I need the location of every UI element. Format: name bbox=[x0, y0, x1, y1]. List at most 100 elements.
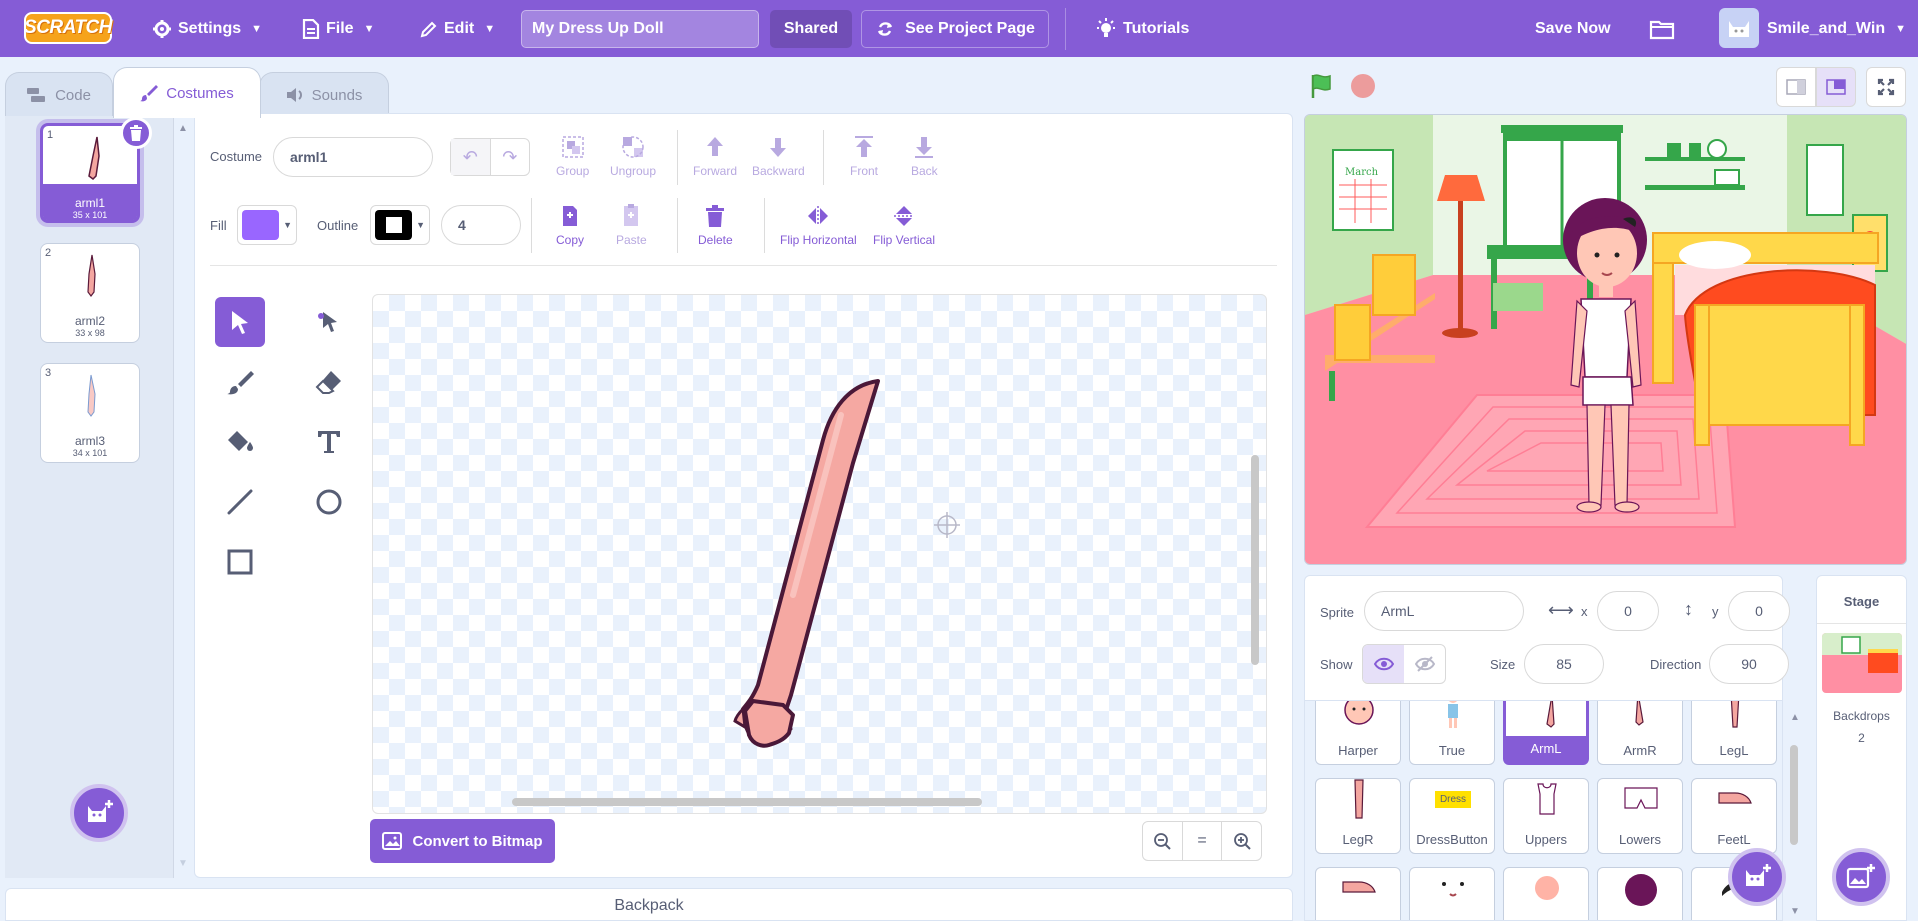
reshape-tool[interactable] bbox=[304, 297, 354, 347]
arrow-cursor-icon bbox=[232, 311, 248, 334]
circle-icon bbox=[316, 489, 342, 515]
edit-label: Edit bbox=[444, 19, 475, 37]
forward-button[interactable]: Forward bbox=[693, 134, 737, 178]
choose-sprite-button[interactable] bbox=[1728, 848, 1786, 906]
sprite-tile-dressbutton[interactable]: Dress DressButton bbox=[1409, 778, 1495, 854]
sprite-tile-face[interactable] bbox=[1409, 867, 1495, 920]
sprite-tile-feetl[interactable]: FeetL bbox=[1691, 778, 1777, 854]
tab-sounds[interactable]: Sounds bbox=[259, 72, 389, 117]
rectangle-tool[interactable] bbox=[215, 537, 265, 587]
select-tool[interactable] bbox=[215, 297, 265, 347]
circle-tool[interactable] bbox=[304, 477, 354, 527]
fill-color-picker[interactable]: ▼ bbox=[237, 205, 297, 245]
account-menu[interactable]: Smile_and_Win ▼ bbox=[1767, 0, 1906, 57]
list-scroll-up-icon[interactable]: ▲ bbox=[178, 123, 188, 134]
text-tool[interactable] bbox=[304, 417, 354, 467]
outline-width-input[interactable]: 4 bbox=[441, 205, 521, 245]
sprite-tile-legl[interactable]: LegL bbox=[1691, 701, 1777, 765]
normal-stage-button[interactable] bbox=[1816, 67, 1856, 107]
choose-backdrop-button[interactable] bbox=[1832, 848, 1890, 906]
sprite-list-scrollbar[interactable] bbox=[1790, 745, 1798, 845]
cat-avatar-icon bbox=[1729, 21, 1749, 37]
paint-canvas[interactable] bbox=[372, 294, 1267, 814]
eraser-tool[interactable] bbox=[304, 357, 354, 407]
sprite-tile-legr[interactable]: LegR bbox=[1315, 778, 1401, 854]
front-button[interactable]: Front bbox=[850, 134, 878, 178]
tab-code[interactable]: Code bbox=[5, 72, 113, 117]
brush-tool[interactable] bbox=[215, 357, 265, 407]
zoom-out-button[interactable] bbox=[1143, 822, 1183, 860]
fill-tool[interactable] bbox=[215, 417, 265, 467]
scratch-logo[interactable]: SCRATCH bbox=[24, 12, 113, 44]
stage-canvas[interactable]: March bbox=[1304, 114, 1907, 565]
my-stuff-button[interactable] bbox=[1649, 0, 1675, 57]
forward-label: Forward bbox=[693, 164, 738, 178]
sprite-tile-hair[interactable] bbox=[1597, 867, 1683, 920]
sprite-tile-arml[interactable]: ArmL bbox=[1503, 701, 1589, 765]
sprite-tile-lowers[interactable]: Lowers bbox=[1597, 778, 1683, 854]
costume-item-1[interactable]: 1 arml1 35 x 101 bbox=[40, 117, 152, 223]
save-now-button[interactable]: Save Now bbox=[1535, 0, 1611, 57]
ungroup-button[interactable]: Ungroup bbox=[610, 134, 656, 178]
sprite-tile-uppers[interactable]: Uppers bbox=[1503, 778, 1589, 854]
show-visible-button[interactable] bbox=[1363, 645, 1404, 683]
show-hidden-button[interactable] bbox=[1404, 645, 1445, 683]
avatar[interactable] bbox=[1719, 8, 1759, 48]
shared-button[interactable]: Shared bbox=[770, 10, 852, 48]
paste-button[interactable]: Paste bbox=[616, 203, 647, 247]
delete-costume-button[interactable] bbox=[120, 117, 152, 149]
zoom-reset-button[interactable]: = bbox=[1183, 822, 1223, 860]
sprite-tile-feetr[interactable] bbox=[1315, 867, 1401, 920]
small-stage-button[interactable] bbox=[1776, 67, 1816, 107]
chevron-down-icon: ▼ bbox=[484, 22, 496, 35]
toolbar-divider bbox=[677, 198, 678, 253]
tab-costumes[interactable]: Costumes bbox=[113, 67, 261, 118]
sprite-list-scroll-up-icon[interactable]: ▲ bbox=[1790, 712, 1800, 723]
see-project-page-button[interactable]: See Project Page bbox=[861, 10, 1049, 48]
list-scroll-down-icon[interactable]: ▼ bbox=[178, 858, 188, 869]
group-button[interactable]: Group bbox=[556, 134, 589, 178]
costume-item-2[interactable]: 2 arml2 33 x 98 bbox=[40, 243, 140, 343]
canvas-horizontal-scrollbar[interactable] bbox=[512, 798, 982, 806]
x-input[interactable]: 0 bbox=[1597, 591, 1659, 631]
green-flag-icon[interactable] bbox=[1308, 72, 1336, 103]
ungroup-icon bbox=[622, 136, 644, 158]
project-title-input[interactable]: My Dress Up Doll bbox=[521, 10, 759, 48]
full-screen-button[interactable] bbox=[1866, 67, 1906, 107]
size-input[interactable]: 85 bbox=[1524, 644, 1604, 684]
choose-costume-button[interactable] bbox=[70, 784, 128, 842]
zoom-in-button[interactable] bbox=[1222, 822, 1261, 860]
delete-button[interactable]: Delete bbox=[698, 203, 733, 247]
settings-menu[interactable]: Settings ▼ bbox=[152, 0, 262, 57]
backward-button[interactable]: Backward bbox=[752, 134, 805, 178]
convert-to-bitmap-button[interactable]: Convert to Bitmap bbox=[370, 819, 555, 863]
sprite-list-scroll-down-icon[interactable]: ▼ bbox=[1790, 906, 1800, 917]
stop-icon[interactable] bbox=[1351, 74, 1375, 98]
line-tool[interactable] bbox=[215, 477, 265, 527]
redo-icon[interactable]: ↷ bbox=[491, 139, 530, 175]
sprite-tile-harper[interactable]: Harper bbox=[1315, 701, 1401, 765]
costume-thumbnail bbox=[71, 374, 111, 419]
y-input[interactable]: 0 bbox=[1728, 591, 1790, 631]
canvas-vertical-scrollbar[interactable] bbox=[1251, 455, 1259, 665]
costume-item-3[interactable]: 3 arml3 34 x 101 bbox=[40, 363, 140, 463]
edit-menu[interactable]: Edit ▼ bbox=[420, 0, 495, 57]
sprite-tile-armr[interactable]: ArmR bbox=[1597, 701, 1683, 765]
copy-button[interactable]: Copy bbox=[556, 203, 584, 247]
file-menu[interactable]: File ▼ bbox=[302, 0, 374, 57]
sprite-tile-head[interactable] bbox=[1503, 867, 1589, 920]
undo-icon[interactable]: ↶ bbox=[451, 139, 491, 175]
costume-name-input[interactable]: arml1 bbox=[273, 137, 433, 177]
outline-color-picker[interactable]: ▼ bbox=[370, 205, 430, 245]
direction-input[interactable]: 90 bbox=[1709, 644, 1789, 684]
flip-vertical-button[interactable]: Flip Vertical bbox=[873, 203, 935, 247]
sprite-tile-true[interactable]: True bbox=[1409, 701, 1495, 765]
flip-horizontal-button[interactable]: Flip Horizontal bbox=[780, 203, 857, 247]
see-project-page-label: See Project Page bbox=[905, 20, 1035, 37]
sprite-name-input[interactable]: ArmL bbox=[1364, 591, 1524, 631]
tutorials-button[interactable]: Tutorials bbox=[1095, 0, 1189, 57]
back-button[interactable]: Back bbox=[911, 134, 938, 178]
backpack[interactable]: Backpack bbox=[5, 888, 1293, 921]
fill-color-swatch bbox=[242, 210, 280, 240]
x-label: x bbox=[1581, 604, 1588, 619]
